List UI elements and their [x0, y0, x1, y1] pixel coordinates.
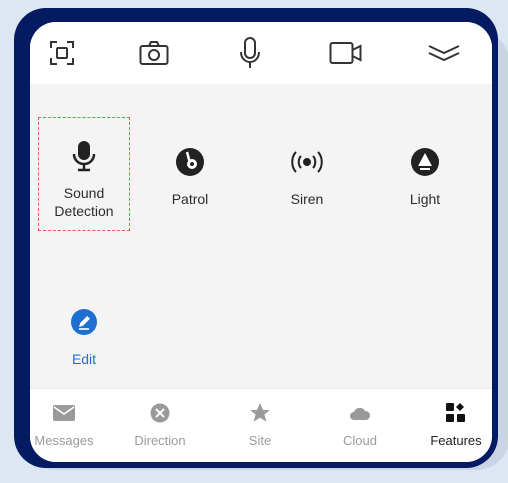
tab-cloud[interactable]: Cloud [320, 401, 400, 448]
screenshot-icon [50, 41, 74, 65]
siren-icon [291, 151, 323, 173]
feature-patrol[interactable]: Patrol [145, 142, 235, 208]
microphone-icon [72, 141, 96, 172]
feature-label: Sound [63, 185, 105, 201]
tab-label: Direction [134, 433, 186, 448]
feature-light[interactable]: Light [380, 142, 470, 208]
edit-button[interactable]: Edit [39, 302, 129, 368]
microphone-icon [240, 37, 260, 68]
screenshot-button[interactable] [42, 34, 82, 72]
feature-label: Patrol [171, 191, 209, 207]
record-button[interactable] [326, 34, 366, 72]
feature-label: Siren [290, 191, 324, 207]
video-record-icon [329, 42, 362, 64]
tab-label: Cloud [343, 433, 377, 448]
talk-button[interactable] [230, 34, 270, 72]
grid-icon [446, 403, 465, 422]
light-icon [411, 148, 439, 176]
collapse-chevron-icon [428, 45, 460, 62]
tab-messages[interactable]: Messages [30, 401, 104, 448]
camera-icon [139, 41, 169, 65]
tab-label: Site [248, 433, 272, 448]
features-panel: Sound Detection Patrol Siren Light Edit [30, 84, 492, 388]
tab-features[interactable]: Features [416, 401, 492, 448]
app-screen: Sound Detection Patrol Siren Light Edit … [30, 22, 492, 462]
patrol-icon [176, 148, 204, 176]
collapse-button[interactable] [424, 34, 464, 72]
edit-label: Edit [71, 351, 97, 367]
snapshot-button[interactable] [134, 34, 174, 72]
feature-sound-detection[interactable]: Sound Detection [39, 136, 129, 220]
pencil-icon [71, 309, 97, 335]
cloud-icon [350, 407, 371, 420]
tab-label: Features [430, 433, 482, 448]
direction-icon [150, 403, 170, 423]
tab-label: Messages [34, 433, 94, 448]
feature-label: Detection [54, 203, 114, 219]
feature-siren[interactable]: Siren [262, 142, 352, 208]
bottom-tabbar: Messages Direction Site Cloud Features [30, 388, 492, 462]
top-toolbar [30, 22, 492, 84]
envelope-icon [53, 405, 75, 421]
tab-site[interactable]: Site [220, 401, 300, 448]
feature-label: Light [409, 191, 441, 207]
tab-direction[interactable]: Direction [120, 401, 200, 448]
star-icon [250, 403, 270, 422]
